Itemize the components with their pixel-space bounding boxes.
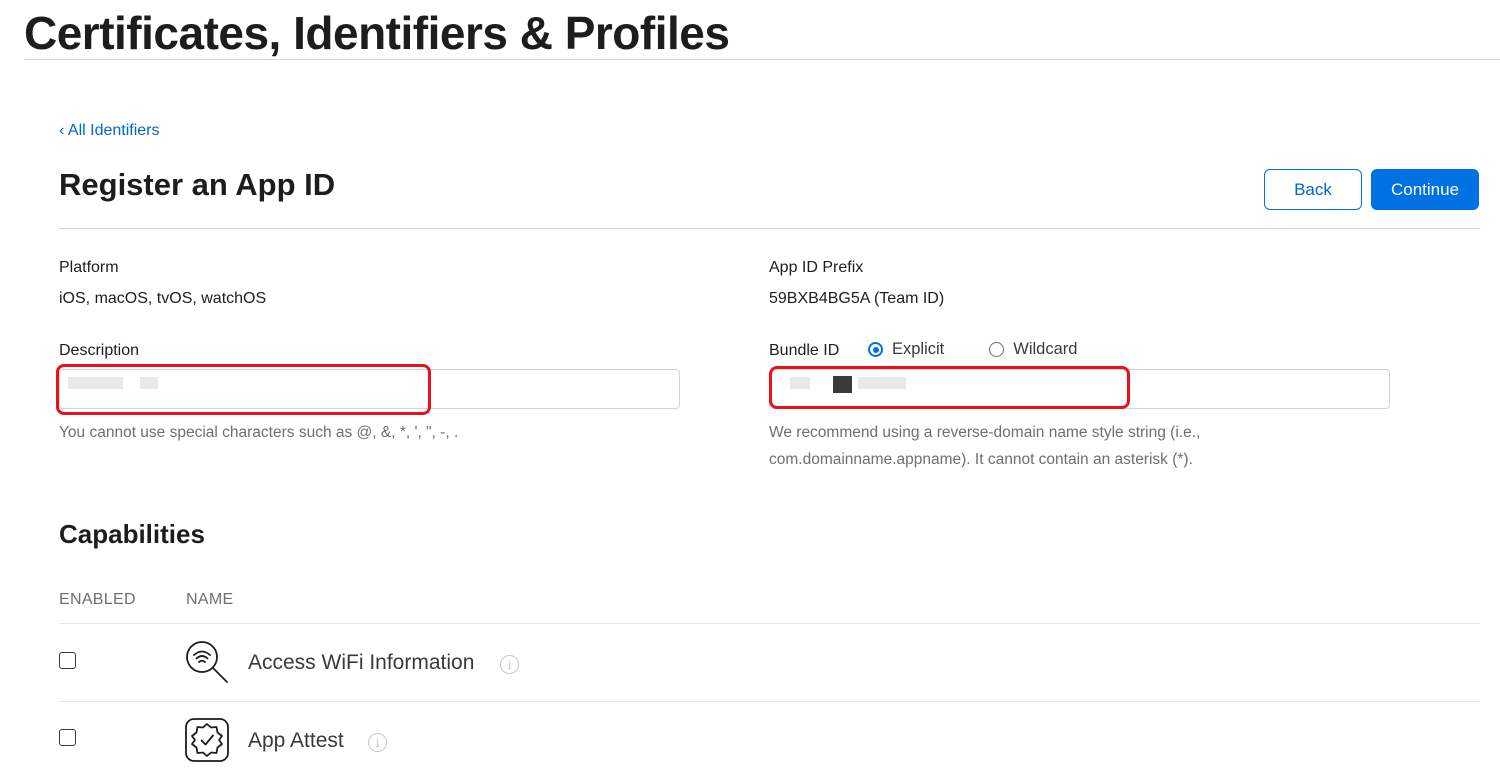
bundle-id-label: Bundle ID [769, 342, 840, 359]
bundle-id-input[interactable] [769, 369, 1390, 409]
page-title: Certificates, Identifiers & Profiles [24, 7, 730, 59]
description-input[interactable] [59, 369, 680, 409]
capability-row: Access WiFi Information i [0, 634, 1500, 694]
header-divider [59, 228, 1480, 229]
section-title: Register an App ID [59, 167, 336, 202]
capabilities-title: Capabilities [59, 519, 205, 549]
row-divider [59, 623, 1480, 624]
platform-value: iOS, macOS, tvOS, watchOS [59, 290, 267, 307]
redacted-text [140, 377, 158, 389]
radio-wildcard[interactable]: Wildcard [989, 340, 1077, 359]
all-identifiers-link[interactable]: ‹ All Identifiers [59, 122, 159, 140]
bundle-id-hint-line-2: com.domainname.appname). It cannot conta… [769, 451, 1193, 468]
badge-check-icon [184, 717, 230, 763]
capability-checkbox[interactable] [59, 652, 76, 669]
column-enabled: ENABLED [59, 591, 136, 608]
redacted-text [833, 376, 852, 393]
title-divider [24, 59, 1500, 60]
column-name: NAME [186, 591, 234, 608]
continue-button[interactable]: Continue [1371, 169, 1479, 210]
platform-label: Platform [59, 259, 119, 276]
radio-explicit-label: Explicit [892, 340, 945, 358]
radio-selected-icon [868, 342, 883, 357]
capability-row: App Attest i [0, 712, 1500, 772]
redacted-text [790, 377, 810, 389]
app-id-prefix-label: App ID Prefix [769, 259, 864, 276]
description-label: Description [59, 342, 140, 359]
redacted-text [68, 377, 123, 389]
info-icon[interactable]: i [368, 733, 387, 752]
capability-checkbox[interactable] [59, 729, 76, 746]
back-button[interactable]: Back [1264, 169, 1362, 210]
capability-name: Access WiFi Information [248, 651, 475, 674]
bundle-id-type-group: Explicit Wildcard [868, 340, 1077, 359]
radio-explicit[interactable]: Explicit [868, 340, 944, 359]
app-id-prefix-value: 59BXB4BG5A (Team ID) [769, 290, 945, 307]
wifi-search-icon [184, 639, 230, 685]
bundle-id-hint-line-1: We recommend using a reverse-domain name… [769, 424, 1201, 441]
redacted-text [858, 377, 906, 389]
description-hint: You cannot use special characters such a… [59, 424, 459, 441]
info-icon[interactable]: i [500, 655, 519, 674]
row-divider [59, 701, 1480, 702]
capability-name: App Attest [248, 729, 344, 752]
radio-unselected-icon [989, 342, 1005, 357]
radio-wildcard-label: Wildcard [1013, 340, 1078, 358]
